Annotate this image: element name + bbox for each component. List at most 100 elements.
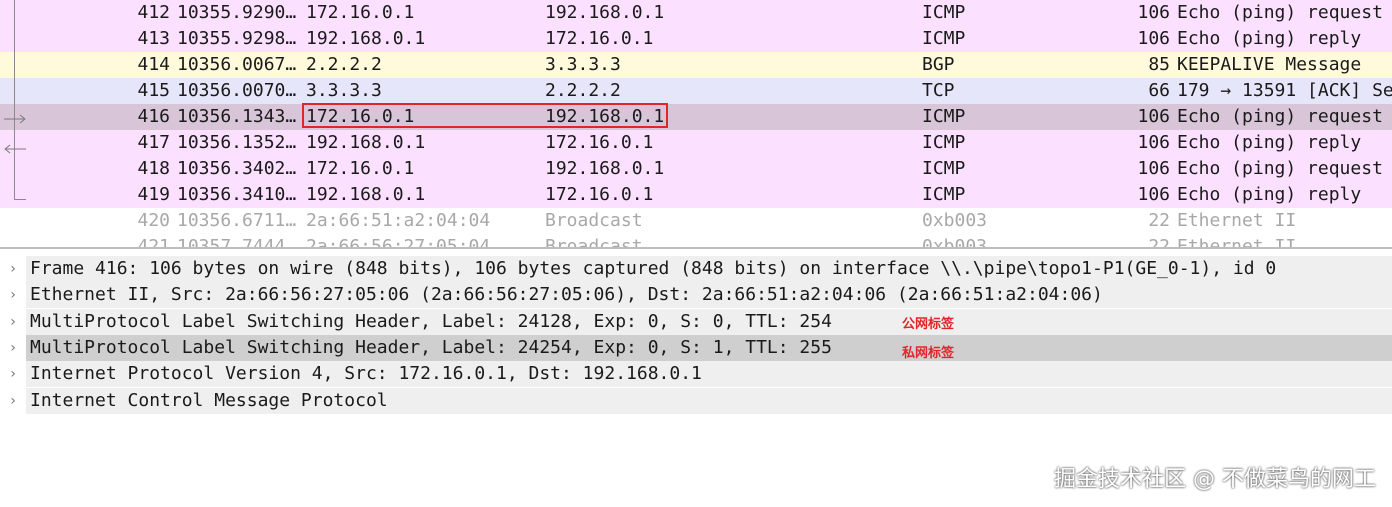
packet-protocol: ICMP: [922, 2, 966, 23]
packet-row[interactable]: 418 10356.3402… 172.16.0.1 192.168.0.1 ICMP 1…: [0, 156, 1392, 182]
watermark: 掘金技术社区 @ 不做菜鸟的网工: [1054, 467, 1376, 492]
packet-length: 106: [1137, 2, 1170, 23]
detail-label: MultiProtocol Label Switching Header, La…: [30, 310, 832, 332]
packet-length: 106: [1137, 132, 1170, 153]
packet-protocol: ICMP: [922, 184, 966, 205]
packet-source: 3.3.3.3: [306, 80, 382, 101]
packet-row[interactable]: 416 10356.1343… 172.16.0.1 192.168.0.1 ICMP 1…: [0, 104, 1392, 130]
packet-length: 85: [1148, 54, 1170, 75]
packet-row[interactable]: 417 10356.1352… 192.168.0.1 172.16.0.1 ICMP 1…: [0, 130, 1392, 156]
address-highlight-box: [302, 103, 668, 128]
packet-source: 192.168.0.1: [306, 28, 426, 49]
packet-row[interactable]: 421 10357.7444… 2a:66:56:27:05:04 Broadcast…: [0, 234, 1392, 249]
chevron-right-icon[interactable]: ›: [6, 309, 20, 335]
packet-row[interactable]: 419 10356.3410… 192.168.0.1 172.16.0.1 ICMP 1…: [0, 182, 1392, 208]
packet-protocol: 0xb003: [922, 236, 988, 249]
packet-row[interactable]: 414 10356.0067… 2.2.2.2 3.3.3.3 BGP 85 KEEPALI…: [0, 52, 1392, 78]
detail-tree-item[interactable]: › Internet Protocol Version 4, Src: 172.1…: [0, 361, 1392, 388]
packet-time: 10356.3410…: [177, 184, 297, 205]
packet-destination: Broadcast: [545, 236, 643, 249]
packet-time: 10356.0070…: [177, 80, 297, 101]
packet-length: 106: [1137, 184, 1170, 205]
packet-time: 10356.1352…: [177, 132, 297, 153]
packet-time: 10356.6711…: [177, 210, 297, 231]
packet-row[interactable]: 412 10355.9290… 172.16.0.1 192.168.0.1 ICMP 1…: [0, 0, 1392, 26]
packet-destination: 172.16.0.1: [545, 132, 654, 153]
packet-info: Ethernet II: [1177, 210, 1297, 231]
packet-row[interactable]: 413 10355.9298… 192.168.0.1 172.16.0.1 ICMP 1…: [0, 26, 1392, 52]
packet-destination: Broadcast: [545, 210, 643, 231]
packet-destination: 172.16.0.1: [545, 184, 654, 205]
detail-label: MultiProtocol Label Switching Header, La…: [30, 336, 832, 358]
chevron-right-icon[interactable]: ›: [6, 256, 20, 282]
tree-end-tick: [14, 199, 26, 200]
packet-list: 412 10355.9290… 172.16.0.1 192.168.0.1 ICMP 1…: [0, 0, 1392, 249]
packet-number: 412: [137, 2, 170, 23]
packet-number: 416: [137, 106, 170, 127]
packet-destination: 172.16.0.1: [545, 28, 654, 49]
detail-tree-item[interactable]: › MultiProtocol Label Switching Header, L…: [0, 334, 1392, 361]
arrow-right-icon: [4, 108, 28, 124]
chevron-right-icon[interactable]: ›: [6, 335, 20, 361]
detail-tree-item[interactable]: › Frame 416: 106 bytes on wire (848 bits)…: [0, 256, 1392, 282]
detail-label: Internet Control Message Protocol: [30, 389, 388, 411]
detail-tree-item[interactable]: › Internet Control Message Protocol: [0, 387, 1392, 414]
packet-row[interactable]: 415 10356.0070… 3.3.3.3 2.2.2.2 TCP 66 179 → 1…: [0, 78, 1392, 104]
packet-length: 106: [1137, 106, 1170, 127]
chevron-right-icon[interactable]: ›: [6, 388, 20, 414]
packet-source: 172.16.0.1: [306, 2, 415, 23]
detail-label: Frame 416: 106 bytes on wire (848 bits),…: [30, 258, 1277, 279]
packet-number: 415: [137, 80, 170, 101]
packet-destination: 2.2.2.2: [545, 80, 621, 101]
private-label-annotation: 私网标签: [902, 346, 955, 361]
packet-source: 172.16.0.1: [306, 158, 415, 179]
packet-info: KEEPALIVE Message: [1177, 54, 1362, 75]
packet-source: 2a:66:51:a2:04:04: [306, 210, 491, 231]
packet-info: 179 → 13591 [ACK] Se: [1177, 80, 1392, 101]
packet-length: 66: [1148, 80, 1170, 101]
packet-number: 413: [137, 28, 170, 49]
packet-time: 10355.9290…: [177, 2, 297, 23]
packet-length: 106: [1137, 158, 1170, 179]
packet-destination: 192.168.0.1: [545, 158, 665, 179]
packet-source: 192.168.0.1: [306, 184, 426, 205]
chevron-right-icon[interactable]: ›: [6, 361, 20, 387]
packet-info: Echo (ping) request: [1177, 158, 1383, 179]
packet-number: 421: [137, 236, 170, 249]
detail-label: Ethernet II, Src: 2a:66:56:27:05:06 (2a:…: [30, 284, 1103, 306]
conversation-tree-line: [14, 0, 15, 200]
packet-length: 22: [1148, 210, 1170, 231]
packet-number: 418: [137, 158, 170, 179]
packet-time: 10357.7444…: [177, 236, 297, 249]
packet-info: Echo (ping) reply: [1177, 132, 1362, 153]
packet-source: 2.2.2.2: [306, 54, 382, 75]
packet-number: 419: [137, 184, 170, 205]
packet-length: 22: [1148, 236, 1170, 249]
packet-protocol: ICMP: [922, 132, 966, 153]
public-label-annotation: 公网标签: [902, 317, 955, 332]
packet-protocol: BGP: [922, 54, 955, 75]
packet-protocol: ICMP: [922, 106, 966, 127]
packet-source: 192.168.0.1: [306, 132, 426, 153]
packet-details: › Frame 416: 106 bytes on wire (848 bits)…: [0, 249, 1392, 507]
packet-info: Echo (ping) reply: [1177, 28, 1362, 49]
packet-length: 106: [1137, 28, 1170, 49]
packet-time: 10355.9298…: [177, 28, 297, 49]
detail-tree-item[interactable]: › Ethernet II, Src: 2a:66:56:27:05:06 (2a…: [0, 282, 1392, 309]
chevron-right-icon[interactable]: ›: [6, 282, 20, 308]
packet-protocol: TCP: [922, 80, 955, 101]
packet-number: 417: [137, 132, 170, 153]
packet-info: Echo (ping) reply: [1177, 184, 1362, 205]
detail-tree-item[interactable]: › MultiProtocol Label Switching Header, L…: [0, 308, 1392, 335]
packet-time: 10356.0067…: [177, 54, 297, 75]
packet-protocol: ICMP: [922, 28, 966, 49]
packet-protocol: ICMP: [922, 158, 966, 179]
packet-destination: 192.168.0.1: [545, 2, 665, 23]
packet-info: Ethernet II: [1177, 236, 1297, 249]
packet-source: 2a:66:56:27:05:04: [306, 236, 491, 249]
packet-info: Echo (ping) request: [1177, 106, 1383, 127]
packet-number: 420: [137, 210, 170, 231]
packet-time: 10356.3402…: [177, 158, 297, 179]
arrow-left-icon: [2, 138, 26, 154]
packet-row[interactable]: 420 10356.6711… 2a:66:51:a2:04:04 Broadcast…: [0, 208, 1392, 234]
